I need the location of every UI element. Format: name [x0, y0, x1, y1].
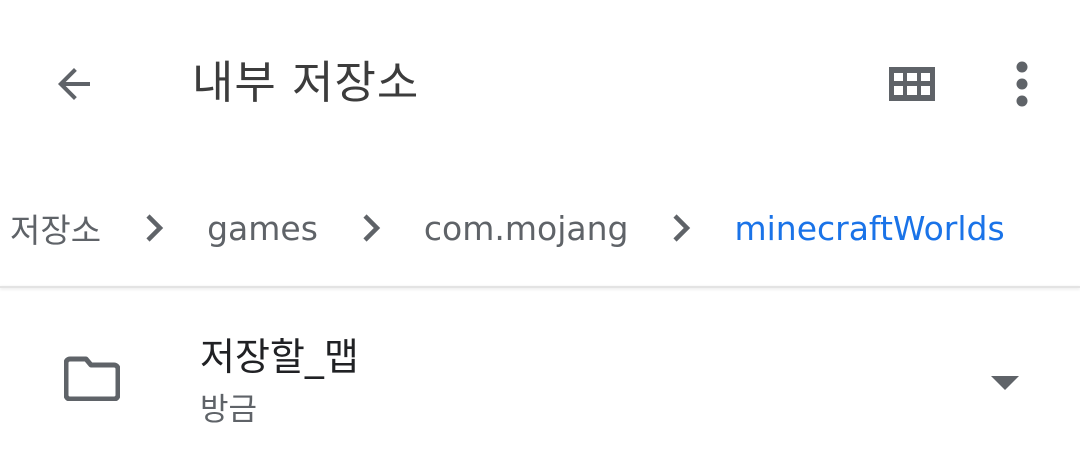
breadcrumb-separator — [101, 213, 207, 243]
breadcrumb-item-com-mojang[interactable]: com.mojang — [424, 209, 629, 248]
arrow-back-icon — [58, 68, 90, 100]
file-picker-screen: 내부 저장소 저장소 games com.mojang minecraftWor… — [0, 0, 1080, 470]
breadcrumb-separator — [628, 213, 734, 243]
chevron-right-icon — [363, 214, 381, 242]
expand-button[interactable] — [972, 350, 1038, 416]
list-item[interactable]: 저장할_맵 방금 — [0, 300, 1080, 450]
item-name: 저장할_맵 — [200, 335, 359, 379]
arrow-drop-down-icon — [991, 376, 1019, 390]
breadcrumb-divider — [0, 286, 1080, 288]
breadcrumb-item-games[interactable]: games — [207, 209, 318, 248]
chevron-right-icon — [146, 214, 164, 242]
breadcrumb-item-minecraftworlds[interactable]: minecraftWorlds — [734, 209, 1004, 248]
back-button[interactable] — [34, 44, 114, 124]
more-options-button[interactable] — [982, 44, 1062, 124]
item-modified-time: 방금 — [200, 392, 258, 428]
more-vert-icon — [1016, 61, 1028, 107]
page-title: 내부 저장소 — [192, 56, 420, 109]
chevron-right-icon — [673, 214, 691, 242]
top-app-bar: 내부 저장소 — [0, 0, 1080, 170]
breadcrumb: 저장소 games com.mojang minecraftWorlds — [0, 170, 1080, 286]
grid-view-icon — [889, 67, 935, 101]
breadcrumb-separator — [318, 213, 424, 243]
grid-view-button[interactable] — [872, 44, 952, 124]
breadcrumb-item-storage[interactable]: 저장소 — [10, 204, 101, 252]
folder-icon — [63, 355, 128, 411]
